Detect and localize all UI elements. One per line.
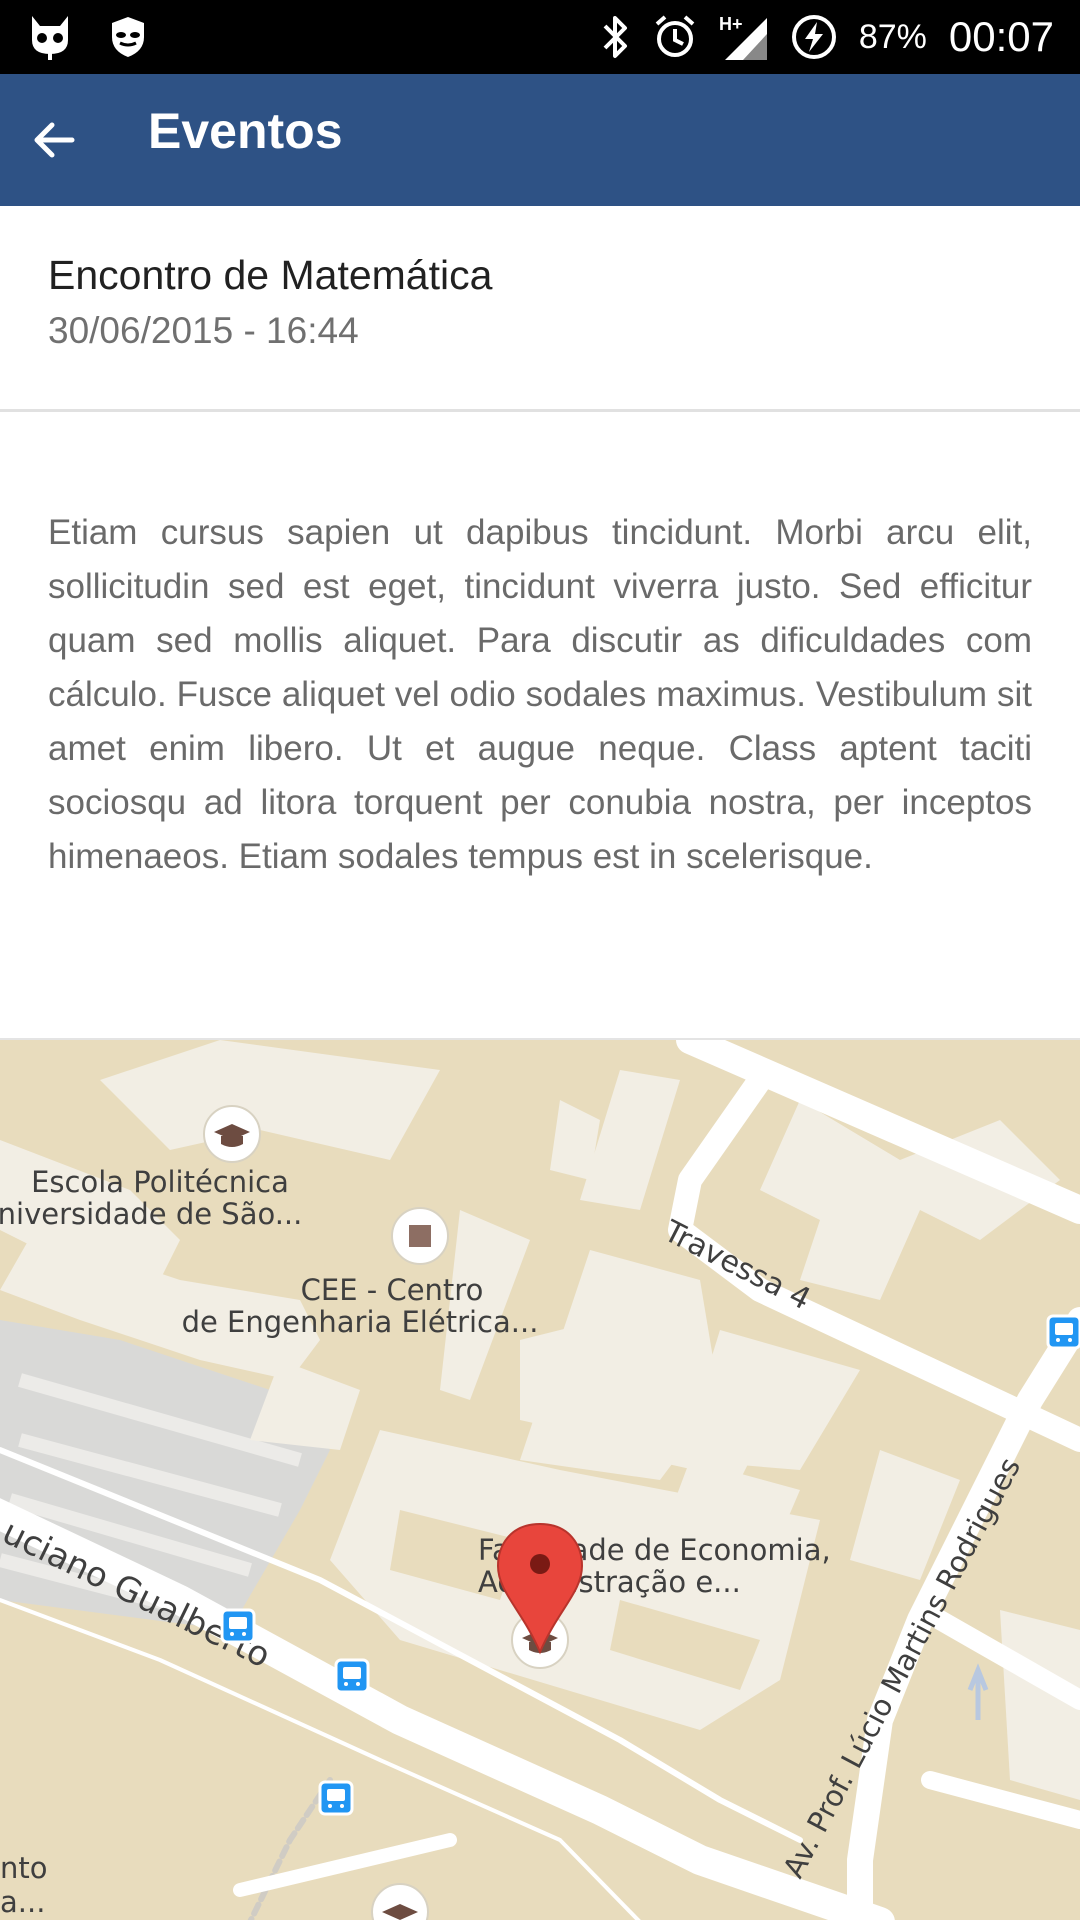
event-datetime: 30/06/2015 - 16:44 xyxy=(48,310,359,351)
svg-text:H+: H+ xyxy=(719,14,743,34)
event-map[interactable]: Travessa 4 Av. Prof. Lúcio Martins Rodri… xyxy=(0,1038,1080,1920)
privacy-guard-icon xyxy=(108,15,148,59)
cyanogen-mascot-icon xyxy=(28,14,72,60)
bus-stop-icon[interactable] xyxy=(334,1658,370,1694)
back-button[interactable] xyxy=(14,100,94,180)
poi-label-cee-line1: CEE - Centro xyxy=(301,1273,484,1307)
bluetooth-icon xyxy=(601,14,631,60)
poi-label-escola-line1: Escola Politécnica xyxy=(31,1165,289,1199)
page-title: Eventos xyxy=(148,103,343,159)
bus-stop-icon[interactable] xyxy=(220,1608,256,1644)
poi-label-cee-line2: de Engenharia Elétrica... xyxy=(182,1305,539,1339)
event-header: Encontro de Matemática 30/06/2015 - 16:4… xyxy=(0,206,1080,412)
arrow-back-icon xyxy=(34,122,75,158)
alarm-icon xyxy=(653,14,697,60)
poi-label-bottom-left-line1: nto xyxy=(0,1851,48,1885)
app-toolbar: Eventos xyxy=(0,74,1080,206)
event-description: Etiam cursus sapien ut dapibus tincidunt… xyxy=(48,513,1032,876)
battery-charging-icon xyxy=(791,14,837,60)
poi-label-escola-line2: niversidade de São... xyxy=(0,1197,302,1231)
bus-stop-icon[interactable] xyxy=(1046,1314,1080,1350)
poi-label-bottom-left-line2: a... xyxy=(0,1885,45,1919)
battery-percentage: 87% xyxy=(858,17,927,56)
clock: 00:07 xyxy=(948,13,1054,60)
signal-hplus-icon: H+ xyxy=(719,12,769,62)
event-title: Encontro de Matemática xyxy=(48,252,493,298)
status-bar: H+ 87% 00:07 xyxy=(0,0,1080,74)
bus-stop-icon[interactable] xyxy=(318,1780,354,1816)
